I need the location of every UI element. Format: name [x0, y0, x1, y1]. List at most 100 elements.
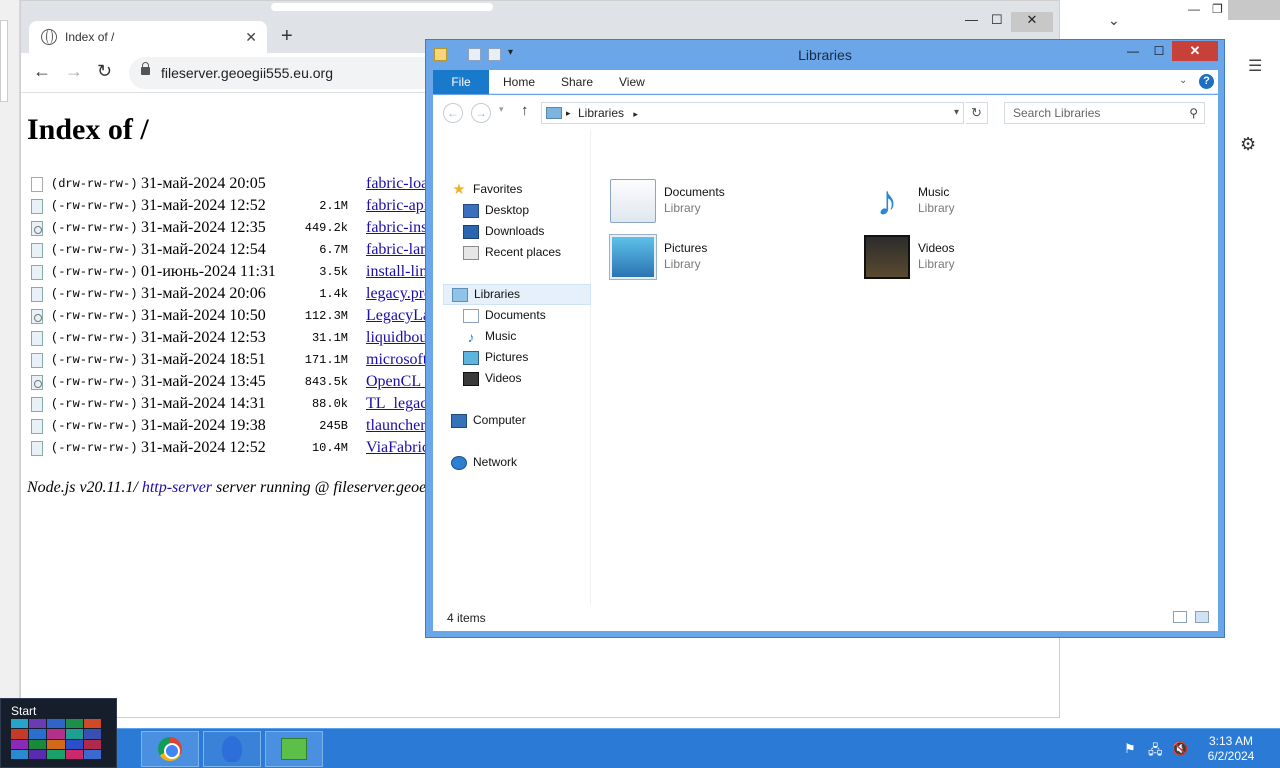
forward-button[interactable]: → — [471, 103, 491, 123]
flag-icon[interactable]: ⚑ — [1124, 741, 1136, 757]
menu-icon[interactable]: ☰ — [1248, 56, 1262, 76]
minimize-button[interactable]: — — [1188, 2, 1200, 16]
recent-locations-icon[interactable]: ▾ — [499, 104, 504, 115]
http-server-link[interactable]: http-server — [142, 479, 212, 496]
tab-title: Index of / — [65, 30, 115, 44]
file-date: 31-май-2024 12:35 — [141, 219, 266, 236]
nav-computer[interactable]: Computer — [451, 410, 526, 431]
nav-recent-places[interactable]: Recent places — [463, 242, 561, 263]
file-icon — [31, 440, 43, 456]
file-icon — [31, 396, 43, 412]
clock[interactable]: 3:13 AM 6/2/2024 — [1196, 734, 1266, 764]
file-icon — [31, 242, 43, 258]
help-icon[interactable]: ? — [1199, 74, 1214, 89]
breadcrumb[interactable]: Libraries — [578, 106, 624, 120]
app-taskbar-button[interactable] — [203, 731, 261, 767]
file-listing: (drw-rw-rw-) 31-май-2024 20:05 fabric-load… — [31, 173, 449, 459]
file-size: 3.5k — [319, 265, 348, 279]
file-date: 31-май-2024 10:50 — [141, 307, 266, 324]
network-tray-icon[interactable]: 🖧 — [1148, 741, 1163, 763]
file-row: (-rw-rw-rw-) 31-май-2024 13:45 843.5k OpenC… — [31, 371, 449, 393]
chevron-down-icon[interactable]: ▾ — [954, 103, 959, 123]
search-input[interactable]: Search Libraries ⚲ — [1004, 102, 1205, 124]
tab-file[interactable]: File — [433, 70, 489, 94]
close-tab-icon[interactable]: ✕ — [245, 29, 257, 46]
chevron-down-icon[interactable]: ⌄ — [1108, 12, 1120, 29]
explorer-titlebar[interactable]: ▾ Libraries — ☐ ✕ — [426, 40, 1224, 70]
tab-home[interactable]: Home — [503, 70, 535, 94]
videos-icon — [463, 371, 479, 386]
library-videos[interactable]: Videos Library — [864, 233, 1094, 283]
pictures-icon — [463, 350, 479, 365]
navigation-pane: ★ Favorites Desktop Downloads Recent plac… — [433, 129, 591, 605]
close-button[interactable]: ✕ — [1172, 41, 1218, 61]
file-size: 245B — [319, 419, 348, 433]
file-link[interactable]: tlauncher_ — [366, 417, 434, 435]
maximize-button[interactable]: ☐ — [1146, 44, 1172, 62]
search-icon: ⚲ — [1189, 106, 1198, 120]
file-row: (-rw-rw-rw-) 31-май-2024 19:38 245B tlaunch… — [31, 415, 449, 437]
expand-ribbon-icon[interactable]: ⌄ — [1179, 75, 1187, 86]
nav-libraries[interactable]: Libraries — [443, 284, 591, 305]
ribbon: File Home Share View ⌄ ? — [433, 70, 1218, 94]
nav-favorites[interactable]: ★ Favorites — [451, 179, 522, 200]
address-bar[interactable]: ▸ Libraries ▸ ▾ — [541, 102, 964, 124]
file-permissions: (-rw-rw-rw-) — [51, 419, 138, 433]
gear-icon[interactable]: ⚙ — [1240, 134, 1256, 155]
back-button[interactable]: ← — [33, 61, 51, 82]
forward-button[interactable]: → — [65, 61, 83, 82]
explorer-taskbar-button[interactable] — [265, 731, 323, 767]
nav-downloads[interactable]: Downloads — [463, 221, 544, 242]
file-permissions: (-rw-rw-rw-) — [51, 287, 138, 301]
browser-tab[interactable]: Index of / ✕ — [29, 21, 267, 53]
item-count: 4 items — [447, 611, 486, 625]
up-button[interactable]: ↑ — [521, 102, 529, 119]
back-button[interactable]: ← — [443, 103, 463, 123]
library-items: Documents Library ♪ Music Library Pictur… — [608, 129, 1218, 605]
nav-pictures[interactable]: Pictures — [463, 347, 528, 368]
explorer-icon — [281, 738, 307, 760]
chrome-taskbar-button[interactable] — [141, 731, 199, 767]
minimize-button[interactable]: — — [1120, 44, 1146, 62]
nav-documents[interactable]: Documents — [463, 305, 546, 326]
server-footer: Node.js v20.11.1/ http-server server run… — [27, 479, 427, 496]
refresh-button[interactable]: ↻ — [966, 102, 988, 124]
file-row: (drw-rw-rw-) 31-май-2024 20:05 fabric-load… — [31, 173, 449, 195]
documents-icon — [463, 308, 479, 323]
volume-muted-icon[interactable]: 🔇 — [1172, 741, 1188, 757]
file-permissions: (-rw-rw-rw-) — [51, 309, 138, 323]
background-window-edge — [0, 0, 20, 728]
page-title: Index of / — [27, 113, 149, 146]
close-button[interactable] — [1228, 0, 1280, 20]
file-permissions: (-rw-rw-rw-) — [51, 353, 138, 367]
library-music[interactable]: ♪ Music Library — [864, 177, 1094, 227]
pictures-library-icon — [610, 235, 656, 279]
start-button[interactable]: Start — [0, 698, 117, 768]
reload-button[interactable]: ↻ — [97, 61, 112, 82]
new-tab-button[interactable]: + — [281, 25, 293, 48]
restore-button[interactable]: ❐ — [1212, 2, 1223, 16]
file-row: (-rw-rw-rw-) 31-май-2024 12:52 10.4M ViaFab… — [31, 437, 449, 459]
nav-music[interactable]: ♪ Music — [463, 326, 517, 347]
maximize-button[interactable]: ☐ — [991, 12, 1003, 28]
file-icon — [31, 264, 43, 280]
nav-network[interactable]: Network — [451, 452, 517, 473]
minimize-button[interactable]: — — [965, 12, 978, 27]
file-date: 31-май-2024 20:05 — [141, 175, 266, 192]
large-icons-view-icon[interactable] — [1195, 611, 1209, 623]
computer-icon — [451, 413, 467, 428]
library-pictures[interactable]: Pictures Library — [610, 233, 840, 283]
recent-places-icon — [463, 245, 479, 260]
file-size: 31.1M — [311, 331, 348, 345]
tab-share[interactable]: Share — [561, 70, 593, 94]
lock-icon — [141, 62, 150, 75]
nav-desktop[interactable]: Desktop — [463, 200, 529, 221]
nav-videos[interactable]: Videos — [463, 368, 521, 389]
globe-icon — [41, 29, 57, 45]
details-view-icon[interactable] — [1173, 611, 1187, 623]
library-documents[interactable]: Documents Library — [610, 177, 840, 227]
close-button[interactable]: ✕ — [1011, 12, 1053, 32]
tab-view[interactable]: View — [619, 70, 645, 94]
file-icon — [31, 418, 43, 434]
file-row: (-rw-rw-rw-) 31-май-2024 14:31 88.0k TL_leg… — [31, 393, 449, 415]
